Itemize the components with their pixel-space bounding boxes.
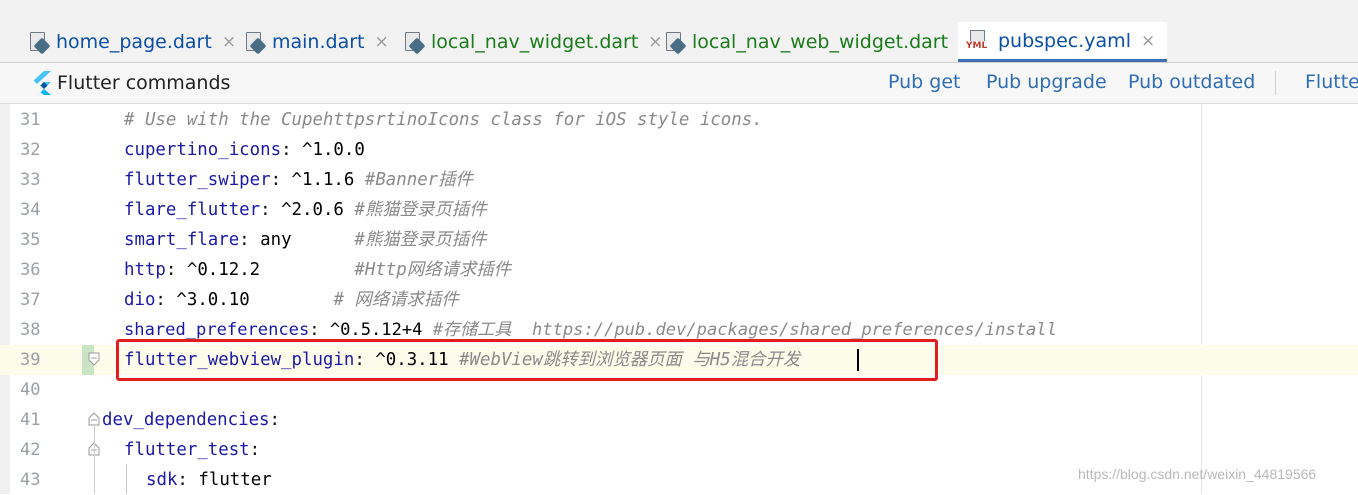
yaml-key: flare_flutter [124, 200, 261, 220]
divider [1275, 71, 1276, 95]
yaml-key: smart_flare [124, 230, 240, 250]
code-line: 35 smart_flare: any #熊猫登录页插件 [0, 225, 1358, 255]
code-comment: #存储工具 https://pub.dev/packages/shared_pr… [432, 320, 1057, 340]
code-line: 42 flutter_test: [0, 435, 1358, 465]
title-strip [0, 0, 1358, 23]
code-comment: #熊猫登录页插件 [354, 200, 487, 220]
yaml-colon: : [270, 170, 292, 190]
tab-pubspec-yaml[interactable]: YML pubspec.yaml × [958, 22, 1168, 62]
flutter-logo-icon [33, 71, 51, 95]
code-line: 31 # Use with the CupehttpsrtinoIcons cl… [0, 105, 1358, 135]
yaml-key: dev_dependencies [102, 410, 270, 430]
flutter-commands-bar: Flutter commands Pub get Pub upgrade Pub… [0, 63, 1358, 104]
close-icon[interactable]: × [222, 32, 236, 52]
yaml-colon: : [249, 440, 261, 460]
line-number: 41 [20, 410, 41, 430]
line-number: 39 [20, 350, 41, 370]
yaml-colon: : [269, 410, 281, 430]
flutter-commands-title: Flutter commands [57, 72, 231, 94]
line-number: 36 [20, 260, 41, 280]
dart-file-icon [28, 31, 51, 55]
code-comment: # 网络请求插件 [333, 290, 459, 310]
line-number: 31 [20, 110, 41, 130]
tab-label: pubspec.yaml [998, 29, 1131, 52]
yaml-value: any [260, 230, 355, 250]
fold-guide [94, 426, 95, 494]
yaml-colon: : [155, 290, 177, 310]
yaml-key: flutter_swiper [124, 170, 271, 190]
code-comment: #熊猫登录页插件 [354, 230, 487, 250]
code-line: 33 flutter_swiper: ^1.1.6 #Banner插件 [0, 165, 1358, 195]
yaml-colon: : [281, 140, 303, 160]
yaml-colon: : [260, 200, 282, 220]
code-comment: #Banner插件 [364, 170, 473, 190]
yaml-value: ^1.0.0 [302, 140, 365, 160]
dart-file-icon [403, 31, 426, 55]
line-number: 38 [20, 320, 41, 340]
yaml-colon: : [177, 470, 199, 490]
yaml-value: ^0.12.2 [186, 260, 355, 280]
line-number: 35 [20, 230, 41, 250]
code-line: 41 dev_dependencies: [0, 405, 1358, 435]
yaml-key: cupertino_icons [124, 140, 282, 160]
yaml-key: shared_preferences [124, 320, 310, 340]
code-line: 37 dio: ^3.0.10 # 网络请求插件 [0, 285, 1358, 315]
tab-local-nav-web-widget-dart[interactable]: local_nav_web_widget.dart × [664, 22, 972, 62]
tab-main-dart[interactable]: main.dart × [244, 22, 389, 62]
tab-label: local_nav_web_widget.dart [692, 31, 949, 53]
dart-file-icon [244, 31, 267, 55]
highlight-box [116, 339, 938, 381]
line-number: 32 [20, 140, 41, 160]
code-line: 32 cupertino_icons: ^1.0.0 [0, 135, 1358, 165]
tab-label: home_page.dart [56, 31, 212, 53]
close-icon[interactable]: × [1141, 31, 1155, 51]
tab-label: local_nav_widget.dart [431, 31, 639, 53]
yaml-value: ^0.5.12+4 [329, 320, 433, 340]
tab-home-page-dart[interactable]: home_page.dart × [28, 22, 236, 62]
fold-end-icon[interactable] [88, 352, 100, 366]
yaml-value: ^3.0.10 [176, 290, 334, 310]
line-number: 34 [20, 200, 41, 220]
yaml-value: ^1.1.6 [291, 170, 365, 190]
yaml-key: http [124, 260, 166, 280]
yaml-colon: : [239, 230, 261, 250]
code-line: 36 http: ^0.12.2 #Http网络请求插件 [0, 255, 1358, 285]
code-comment: #Http网络请求插件 [354, 260, 512, 280]
line-number: 37 [20, 290, 41, 310]
line-number: 43 [20, 470, 41, 490]
line-number: 42 [20, 440, 41, 460]
code-line: 34 flare_flutter: ^2.0.6 #熊猫登录页插件 [0, 195, 1358, 225]
fold-start-icon[interactable] [88, 412, 100, 426]
pub-outdated-link[interactable]: Pub outdated [1128, 71, 1255, 93]
tab-local-nav-widget-dart[interactable]: local_nav_widget.dart × [403, 22, 663, 62]
close-icon[interactable]: × [374, 32, 388, 52]
watermark: https://blog.csdn.net/weixin_44819566 [1078, 466, 1317, 482]
editor-tab-bar: home_page.dart × main.dart × local_nav_w… [0, 22, 1358, 63]
yaml-file-icon: YML [966, 29, 992, 52]
line-number: 33 [20, 170, 41, 190]
pub-get-link[interactable]: Pub get [888, 71, 960, 93]
tab-label: main.dart [272, 31, 365, 53]
yaml-value: ^2.0.6 [281, 200, 355, 220]
yaml-value: flutter [198, 470, 272, 490]
code-comment: # Use with the CupehttpsrtinoIcons class… [124, 110, 763, 130]
close-icon[interactable]: × [648, 32, 662, 52]
yaml-key: dio [124, 290, 156, 310]
indent-guide [126, 464, 127, 494]
yaml-key: flutter_test [124, 440, 250, 460]
yaml-colon: : [165, 260, 187, 280]
pub-upgrade-link[interactable]: Pub upgrade [986, 71, 1107, 93]
flutter-link[interactable]: Flutter [1305, 71, 1358, 93]
line-number: 40 [20, 380, 41, 400]
yaml-key: sdk [146, 470, 178, 490]
yaml-colon: : [309, 320, 330, 340]
dart-file-icon [664, 31, 687, 55]
